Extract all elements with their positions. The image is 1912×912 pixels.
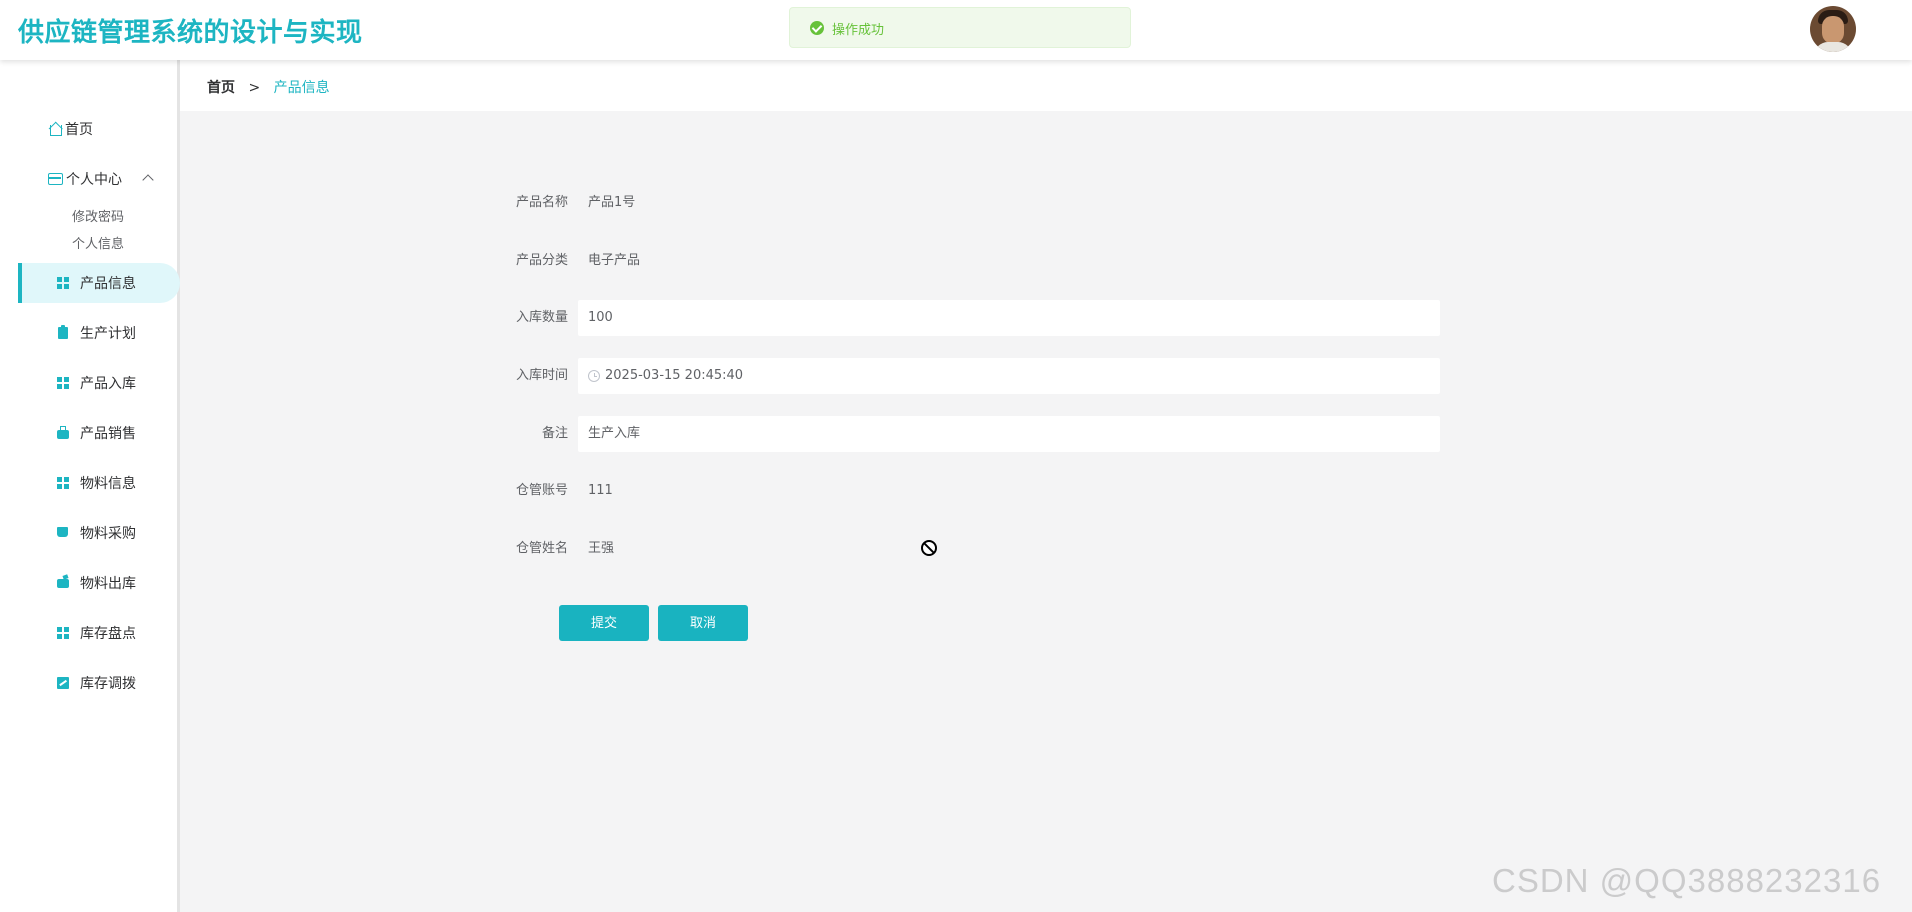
wallet-icon	[57, 579, 69, 588]
sidebar-item-production-plan[interactable]: 生产计划	[0, 313, 180, 353]
keeper-account-value: 111	[588, 483, 613, 498]
breadcrumb: 首页 > 产品信息	[207, 77, 330, 97]
chart-icon	[57, 677, 69, 689]
sidebar-item-product-info[interactable]: 产品信息	[18, 263, 180, 303]
sidebar-item-product-inbound[interactable]: 产品入库	[0, 363, 180, 403]
sidebar-subitem-personal-info[interactable]: 个人信息	[72, 233, 124, 252]
sidebar-subitem-change-password[interactable]: 修改密码	[72, 206, 124, 225]
sidebar-item-label: 个人中心	[66, 172, 122, 188]
form-row-keeper-name: 仓管姓名 王强	[490, 531, 1440, 567]
user-avatar[interactable]	[1810, 6, 1856, 52]
form-label: 入库时间	[515, 368, 568, 383]
sidebar-item-personal-center[interactable]: 个人中心	[0, 159, 180, 199]
success-check-icon	[810, 21, 824, 35]
breadcrumb-bar: 首页 > 产品信息	[180, 60, 1912, 111]
form-row-keeper-account: 仓管账号 111	[490, 473, 1440, 509]
sidebar-item-label: 生产计划	[80, 326, 136, 342]
stock-time-datetime-picker[interactable]: 2025-03-15 20:45:40	[578, 358, 1440, 394]
success-toast: 操作成功	[789, 7, 1131, 48]
stock-quantity-input[interactable]: 100	[578, 300, 1440, 336]
grid-icon	[57, 477, 69, 489]
grid-icon	[57, 377, 69, 389]
clipboard-icon	[58, 325, 68, 339]
breadcrumb-separator: >	[248, 80, 261, 96]
grid-icon	[57, 627, 69, 639]
sidebar-item-label: 库存盘点	[80, 626, 136, 642]
sidebar-item-material-info[interactable]: 物料信息	[0, 463, 180, 503]
sidebar-item-inventory-transfer[interactable]: 库存调拨	[0, 663, 180, 703]
toast-message: 操作成功	[832, 23, 885, 38]
sidebar-item-label: 产品销售	[80, 426, 136, 442]
sidebar-item-home[interactable]: 首页	[0, 109, 180, 149]
cancel-button[interactable]: 取消	[658, 605, 748, 641]
form-row-stock-quantity: 入库数量 100	[490, 300, 1440, 336]
grid-icon	[57, 277, 69, 289]
stock-time-value: 2025-03-15 20:45:40	[605, 368, 744, 383]
form-label: 仓管账号	[515, 483, 568, 498]
form-row-stock-time: 入库时间 2025-03-15 20:45:40	[490, 358, 1440, 394]
sidebar-item-inventory-check[interactable]: 库存盘点	[0, 613, 180, 653]
form-label: 产品分类	[515, 253, 568, 268]
sidebar-item-material-purchase[interactable]: 物料采购	[0, 513, 180, 553]
form-label: 产品名称	[515, 195, 568, 210]
sidebar-item-label: 库存调拨	[80, 676, 136, 692]
chevron-up-icon	[142, 174, 154, 186]
form-label: 仓管姓名	[515, 541, 568, 556]
id-card-icon	[48, 173, 63, 185]
form-row-product-category: 产品分类 电子产品	[490, 243, 1440, 279]
sidebar-item-label: 产品信息	[80, 276, 136, 292]
watermark: CSDN @QQ3888232316	[1492, 862, 1882, 899]
avatar-face	[1822, 16, 1844, 44]
keeper-name-value: 王强	[588, 541, 615, 556]
submit-button[interactable]: 提交	[559, 605, 649, 641]
sidebar-item-label: 产品入库	[80, 376, 136, 392]
sidebar-item-label: 物料采购	[80, 526, 136, 542]
remark-input[interactable]: 生产入库	[578, 416, 1440, 452]
avatar-shirt	[1814, 42, 1852, 52]
form-label: 入库数量	[515, 310, 568, 325]
form-row-remark: 备注 生产入库	[490, 416, 1440, 452]
product-category-value: 电子产品	[588, 253, 641, 268]
breadcrumb-current: 产品信息	[273, 80, 330, 96]
form-label: 备注	[541, 426, 568, 441]
sidebar-item-label: 物料出库	[80, 576, 136, 592]
sidebar-item-product-sales[interactable]: 产品销售	[0, 413, 180, 453]
home-icon	[48, 122, 62, 136]
sidebar-item-label: 首页	[65, 122, 93, 138]
app-title: 供应链管理系统的设计与实现	[18, 18, 363, 48]
sidebar: 首页 个人中心 修改密码 个人信息 产品信息 生产计划 产品入库 产品销售 物料…	[0, 60, 180, 912]
product-name-value: 产品1号	[588, 195, 636, 210]
sidebar-item-label: 物料信息	[80, 476, 136, 492]
not-allowed-cursor-icon	[921, 540, 937, 556]
book-icon	[57, 527, 68, 537]
form-row-product-name: 产品名称 产品1号	[490, 185, 1440, 221]
briefcase-icon	[57, 426, 69, 439]
sidebar-item-material-outbound[interactable]: 物料出库	[0, 563, 180, 603]
clock-icon	[588, 370, 600, 382]
breadcrumb-home[interactable]: 首页	[207, 80, 235, 96]
